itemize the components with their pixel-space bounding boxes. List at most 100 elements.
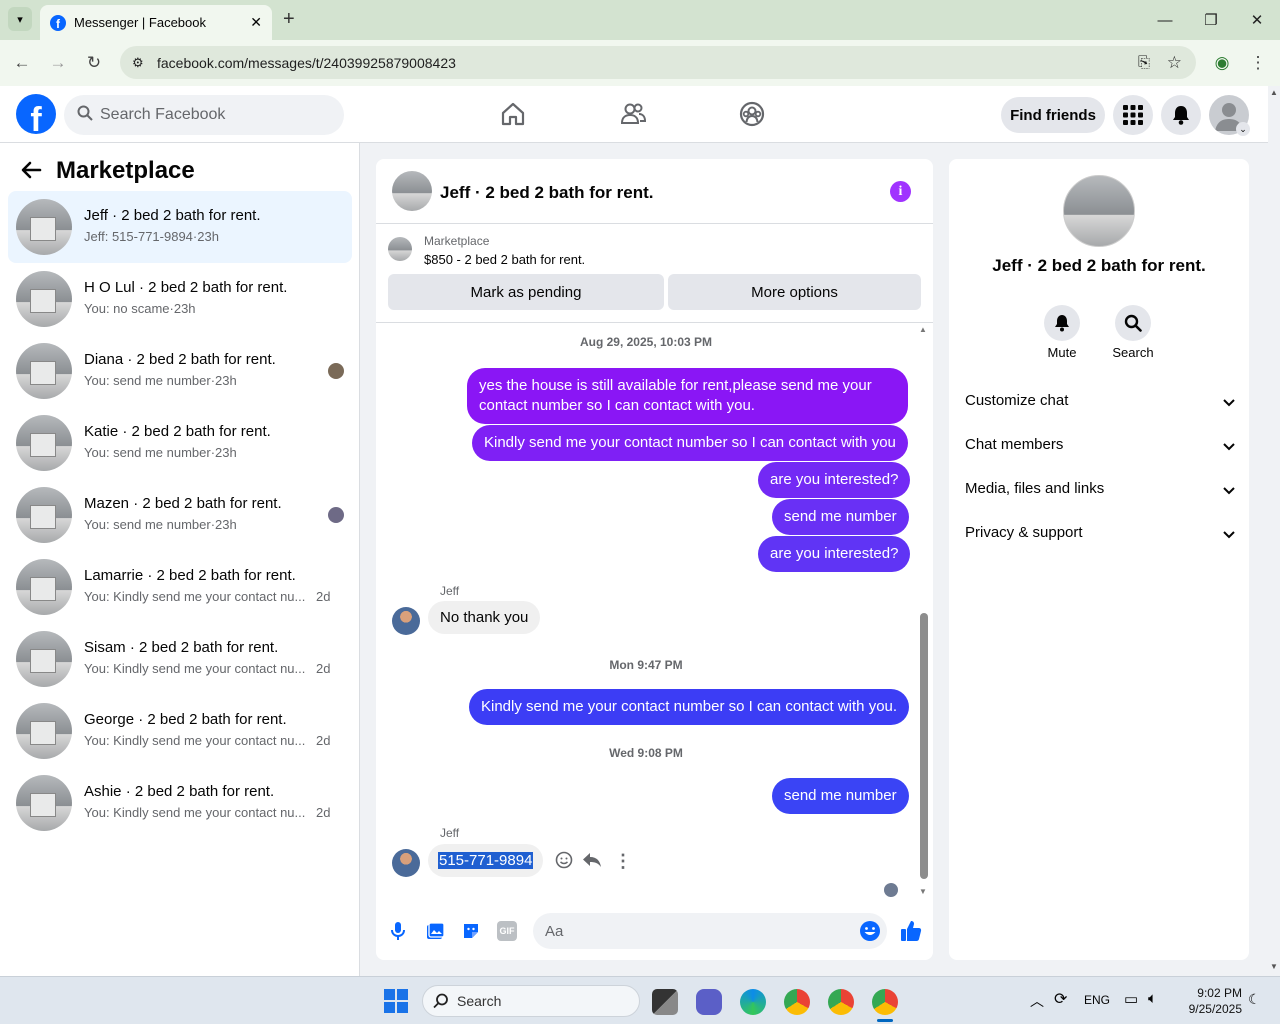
bookmark-star-icon[interactable]: ☆ (1167, 53, 1182, 73)
outgoing-message[interactable]: send me number (772, 499, 909, 535)
profile-avatar[interactable] (1063, 175, 1135, 247)
photo-icon[interactable] (425, 921, 445, 946)
outgoing-message[interactable]: Kindly send me your contact number so I … (472, 425, 908, 461)
chrome-active-icon[interactable] (872, 989, 898, 1015)
conversation-item[interactable]: George · 2 bed 2 bath for rent. You: Kin… (8, 695, 352, 767)
message-scrollbar[interactable]: ▲ ▼ (919, 323, 929, 898)
customize-chat-section[interactable]: Customize chat (965, 392, 1235, 409)
new-tab-button[interactable]: + (283, 8, 295, 31)
incoming-message[interactable]: 515-771-9894 (428, 844, 544, 877)
menu-grid-icon[interactable] (1113, 95, 1153, 135)
profile-icon[interactable]: ◉ (1206, 47, 1238, 79)
facebook-logo-icon[interactable]: f (16, 94, 56, 134)
site-info-icon[interactable]: ⚙ (132, 55, 144, 71)
forward-icon[interactable]: → (42, 47, 74, 79)
conversation-item[interactable]: Jeff · 2 bed 2 bath for rent. Jeff: 515-… (8, 191, 352, 263)
microphone-icon[interactable] (390, 921, 406, 946)
page-scrollbar[interactable]: ▲ ▼ (1268, 86, 1280, 976)
teams-chat-icon[interactable] (696, 989, 722, 1015)
conversation-item[interactable]: H O Lul · 2 bed 2 bath for rent. You: no… (8, 263, 352, 335)
outgoing-message[interactable]: yes the house is still available for ren… (467, 368, 908, 424)
mark-as-pending-button[interactable]: Mark as pending (388, 274, 664, 310)
privacy-support-section[interactable]: Privacy & support (965, 524, 1235, 541)
message-list[interactable]: Aug 29, 2025, 10:03 PM yes the house is … (376, 322, 933, 897)
friends-icon[interactable] (619, 100, 647, 128)
facebook-search-input[interactable]: Search Facebook (64, 95, 344, 135)
conversation-title: Ashie · 2 bed 2 bath for rent. (84, 783, 275, 800)
sync-icon[interactable]: ⟳ (1054, 989, 1067, 1009)
reload-icon[interactable]: ↻ (78, 47, 110, 79)
url-field[interactable]: ⚙ facebook.com/messages/t/24039925879008… (120, 46, 1196, 79)
restore-icon[interactable]: ❐ (1188, 0, 1234, 40)
search-icon (77, 105, 93, 126)
timestamp: Mon 9:47 PM (609, 658, 683, 672)
react-emoji-icon[interactable] (554, 850, 574, 875)
panel-title: Marketplace (56, 157, 195, 184)
chat-members-section[interactable]: Chat members (965, 436, 1235, 453)
listing-price[interactable]: $850 - 2 bed 2 bath for rent. (424, 252, 585, 267)
install-app-icon[interactable]: ⎘ (1138, 54, 1150, 71)
info-icon[interactable]: i (890, 181, 911, 202)
groups-icon[interactable] (738, 100, 766, 128)
network-icon[interactable]: ▭ (1124, 990, 1138, 1008)
url-text: facebook.com/messages/t/2403992587900842… (157, 54, 456, 71)
outgoing-message[interactable]: are you interested? (758, 536, 911, 572)
more-actions-icon[interactable]: ⋮ (614, 851, 632, 872)
conversation-item[interactable]: Lamarrie · 2 bed 2 bath for rent. You: K… (8, 551, 352, 623)
incoming-message[interactable]: No thank you (428, 601, 541, 634)
chrome-profile-icon[interactable] (828, 989, 854, 1015)
language-indicator[interactable]: ENG (1084, 993, 1110, 1007)
conversation-item[interactable]: Ashie · 2 bed 2 bath for rent. You: Kind… (8, 767, 352, 839)
chat-avatar[interactable] (392, 171, 432, 211)
message-input[interactable]: Aa (533, 913, 887, 949)
minimize-icon[interactable]: — (1142, 0, 1188, 40)
close-window-icon[interactable]: ✕ (1234, 0, 1280, 40)
selected-phone-number[interactable]: 515-771-9894 (438, 852, 534, 869)
chevron-down-icon (1223, 482, 1235, 499)
system-clock[interactable]: 9:02 PM 9/25/2025 (1172, 985, 1242, 1017)
notifications-bell-icon[interactable] (1161, 95, 1201, 135)
more-options-button[interactable]: More options (668, 274, 921, 310)
back-icon[interactable]: ← (6, 47, 38, 79)
mute-label: Mute (1047, 345, 1077, 360)
task-view-icon[interactable] (652, 989, 678, 1015)
home-icon[interactable] (499, 100, 527, 128)
composer-placeholder: Aa (545, 922, 564, 940)
taskbar-search-input[interactable]: Search (422, 985, 640, 1017)
outgoing-message[interactable]: are you interested? (758, 462, 911, 498)
close-tab-icon[interactable]: ✕ (250, 14, 262, 31)
outgoing-message[interactable]: Kindly send me your contact number so I … (469, 689, 910, 725)
menu-kebab-icon[interactable]: ⋮ (1242, 47, 1274, 79)
sticker-icon[interactable] (461, 921, 481, 946)
marketplace-label: Marketplace (424, 234, 490, 248)
tray-chevron-icon[interactable]: ︿ (1030, 991, 1044, 1011)
conversation-item[interactable]: Diana · 2 bed 2 bath for rent. You: send… (8, 335, 352, 407)
volume-icon[interactable]: 🔈︎ (1148, 990, 1157, 1007)
chat-title[interactable]: Jeff · 2 bed 2 bath for rent. (440, 183, 653, 203)
chrome-icon[interactable] (784, 989, 810, 1015)
jeff-avatar[interactable] (392, 849, 420, 877)
taskbar-search-label: Search (457, 993, 502, 1009)
reply-icon[interactable] (582, 850, 602, 875)
edge-browser-icon[interactable] (740, 989, 766, 1015)
conversation-item[interactable]: Sisam · 2 bed 2 bath for rent. You: Kind… (8, 623, 352, 695)
chevron-down-icon (1223, 438, 1235, 455)
find-friends-button[interactable]: Find friends (1001, 97, 1105, 133)
media-files-links-section[interactable]: Media, files and links (965, 480, 1235, 497)
mute-button[interactable] (1044, 305, 1080, 341)
conversation-item[interactable]: Mazen · 2 bed 2 bath for rent. You: send… (8, 479, 352, 551)
emoji-icon[interactable] (859, 920, 881, 946)
tab-search-button[interactable]: ▾ (8, 7, 32, 31)
outgoing-message[interactable]: send me number (772, 778, 909, 814)
gif-icon[interactable]: GIF (497, 921, 517, 941)
jeff-avatar[interactable] (392, 607, 420, 635)
like-thumbs-up-icon[interactable] (899, 919, 923, 948)
conversation-preview: You: Kindly send me your contact nu... (84, 589, 306, 604)
account-chevron-icon[interactable]: ⌄ (1236, 122, 1250, 136)
conversation-item[interactable]: Katie · 2 bed 2 bath for rent. You: send… (8, 407, 352, 479)
notification-center-icon[interactable]: ☾ (1248, 991, 1261, 1008)
search-in-chat-button[interactable] (1115, 305, 1151, 341)
windows-start-icon[interactable] (384, 989, 408, 1018)
browser-tab[interactable]: f Messenger | Facebook ✕ (40, 5, 272, 40)
back-arrow-icon[interactable] (20, 159, 42, 186)
